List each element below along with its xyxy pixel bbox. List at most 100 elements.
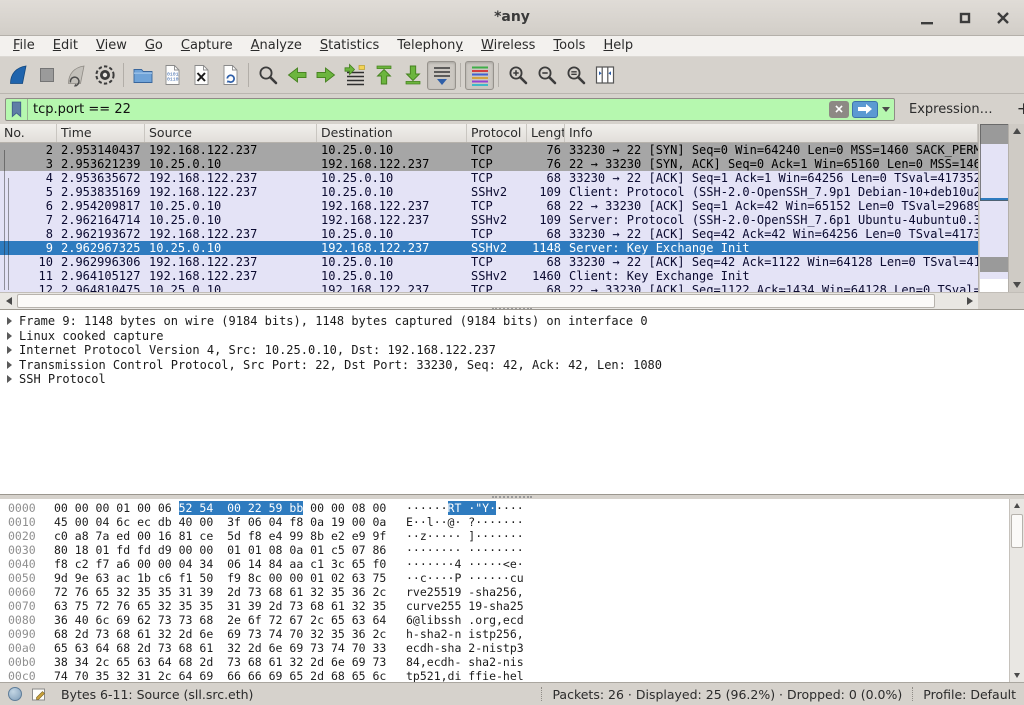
- menu-item[interactable]: File: [4, 36, 44, 56]
- tree-row[interactable]: SSH Protocol: [0, 372, 1024, 387]
- hex-row[interactable]: 0030 80 18 01 fd fd d9 00 00 01 01 08 0a…: [8, 543, 1024, 557]
- menu-item[interactable]: Help: [594, 36, 642, 56]
- hex-row[interactable]: 0050 9d 9e 63 ac 1b c6 f1 50 f9 8c 00 00…: [8, 571, 1024, 585]
- intelligent-scrollbar-minimap[interactable]: [980, 124, 1009, 292]
- scroll-down-button[interactable]: [1010, 671, 1024, 680]
- column-header[interactable]: Protocol: [467, 124, 527, 142]
- hex-row[interactable]: 0080 36 40 6c 69 62 73 73 68 2e 6f 72 67…: [8, 613, 1024, 627]
- go-to-packet-icon[interactable]: [340, 61, 369, 90]
- go-forward-icon[interactable]: [311, 61, 340, 90]
- scroll-up-button[interactable]: [1009, 128, 1024, 134]
- chevron-right-icon[interactable]: [7, 346, 12, 354]
- hex-row[interactable]: 0060 72 76 65 32 35 35 31 39 2d 73 68 61…: [8, 585, 1024, 599]
- zoom-in-icon[interactable]: [503, 61, 532, 90]
- hex-row[interactable]: 0040 f8 c2 f7 a6 00 00 04 34 06 14 84 aa…: [8, 557, 1024, 571]
- hscroll-thumb[interactable]: [17, 294, 935, 308]
- go-back-icon[interactable]: [282, 61, 311, 90]
- display-filter-input[interactable]: [28, 99, 829, 120]
- apply-filter-icon[interactable]: [852, 101, 878, 118]
- chevron-right-icon[interactable]: [7, 332, 12, 340]
- hex-row[interactable]: 0000 00 00 00 01 00 06 52 54 00 22 59 bb…: [8, 501, 1024, 515]
- table-row[interactable]: 2 2.953140437 192.168.122.237 10.25.0.10…: [0, 143, 978, 157]
- hex-scroll-thumb[interactable]: [1011, 514, 1023, 548]
- minimap-view-region[interactable]: [980, 124, 1009, 201]
- menu-item[interactable]: Telephony: [388, 36, 472, 56]
- column-header[interactable]: Length: [527, 124, 565, 142]
- hex-row[interactable]: 00a0 65 63 64 68 2d 73 68 61 32 2d 6e 69…: [8, 641, 1024, 655]
- menu-item[interactable]: Edit: [44, 36, 87, 56]
- hex-row[interactable]: 0020 c0 a8 7a ed 00 16 81 ce 5d f8 e4 99…: [8, 529, 1024, 543]
- close-button[interactable]: [992, 7, 1014, 29]
- resize-columns-icon[interactable]: [590, 61, 619, 90]
- menu-item[interactable]: Tools: [544, 36, 594, 56]
- menu-item[interactable]: Go: [136, 36, 172, 56]
- menu-item[interactable]: Capture: [172, 36, 242, 56]
- hex-row[interactable]: 00b0 38 34 2c 65 63 64 68 2d 73 68 61 32…: [8, 655, 1024, 669]
- open-file-icon[interactable]: [128, 61, 157, 90]
- column-header[interactable]: Source: [145, 124, 317, 142]
- minimize-button[interactable]: [916, 7, 938, 29]
- capture-options-icon[interactable]: [90, 61, 119, 90]
- colorize-toggle-icon[interactable]: [465, 61, 494, 90]
- close-file-icon[interactable]: [186, 61, 215, 90]
- menu-item[interactable]: View: [87, 36, 136, 56]
- hex-bytes: 36 40 6c 69 62 73 73 68 2e 6f 72 67 2c 6…: [54, 613, 406, 627]
- table-row[interactable]: 5 2.953835169 192.168.122.237 10.25.0.10…: [0, 185, 978, 199]
- hex-row[interactable]: 0090 68 2d 73 68 61 32 2d 6e 69 73 74 70…: [8, 627, 1024, 641]
- start-capture-icon[interactable]: [3, 61, 32, 90]
- go-first-packet-icon[interactable]: [369, 61, 398, 90]
- column-header[interactable]: Info: [565, 124, 978, 142]
- tree-row[interactable]: Frame 9: 1148 bytes on wire (9184 bits),…: [0, 314, 1024, 329]
- scroll-down-button[interactable]: [1009, 278, 1024, 292]
- packet-list-header: No. Time Source Destination Protocol Len…: [0, 124, 978, 143]
- chevron-right-icon[interactable]: [7, 375, 12, 383]
- chevron-right-icon[interactable]: [7, 361, 12, 369]
- scroll-up-button[interactable]: [1010, 499, 1024, 508]
- zoom-original-icon[interactable]: [561, 61, 590, 90]
- find-packet-icon[interactable]: [253, 61, 282, 90]
- tree-row[interactable]: Transmission Control Protocol, Src Port:…: [0, 358, 1024, 373]
- field-status-text: Bytes 6-11: Source (sll.src.eth): [61, 687, 253, 702]
- table-row[interactable]: 12 2.964810475 10.25.0.10 192.168.122.23…: [0, 283, 978, 292]
- save-file-icon[interactable]: 01010110: [157, 61, 186, 90]
- reload-file-icon[interactable]: [215, 61, 244, 90]
- go-last-packet-icon[interactable]: [398, 61, 427, 90]
- tree-row[interactable]: Internet Protocol Version 4, Src: 10.25.…: [0, 343, 1024, 358]
- table-row[interactable]: 3 2.953621239 10.25.0.10 192.168.122.237…: [0, 157, 978, 171]
- scroll-left-button[interactable]: [0, 293, 17, 309]
- column-header[interactable]: Destination: [317, 124, 467, 142]
- restart-capture-icon[interactable]: [61, 61, 90, 90]
- table-row[interactable]: 11 2.964105127 192.168.122.237 10.25.0.1…: [0, 269, 978, 283]
- bookmark-icon[interactable]: [6, 99, 28, 120]
- hex-row[interactable]: 0070 63 75 72 76 65 32 35 35 31 39 2d 73…: [8, 599, 1024, 613]
- table-row[interactable]: 7 2.962164714 10.25.0.10 192.168.122.237…: [0, 213, 978, 227]
- table-row[interactable]: 8 2.962193672 192.168.122.237 10.25.0.10…: [0, 227, 978, 241]
- expert-info-icon[interactable]: [8, 687, 22, 701]
- column-header[interactable]: No.: [0, 124, 57, 142]
- scroll-right-button[interactable]: [961, 293, 978, 309]
- table-row[interactable]: 9 2.962967325 10.25.0.10 192.168.122.237…: [0, 241, 978, 255]
- table-row[interactable]: 10 2.962996306 192.168.122.237 10.25.0.1…: [0, 255, 978, 269]
- tree-row[interactable]: Linux cooked capture: [0, 329, 1024, 344]
- table-row[interactable]: 6 2.954209817 10.25.0.10 192.168.122.237…: [0, 199, 978, 213]
- profile-selector[interactable]: Profile: Default: [923, 687, 1016, 702]
- hex-row[interactable]: 00c0 74 70 35 32 31 2c 64 69 66 66 69 65…: [8, 669, 1024, 683]
- zoom-out-icon[interactable]: [532, 61, 561, 90]
- table-row[interactable]: 4 2.953635672 192.168.122.237 10.25.0.10…: [0, 171, 978, 185]
- capture-comment-icon[interactable]: [31, 686, 47, 702]
- chevron-right-icon[interactable]: [7, 317, 12, 325]
- clear-filter-icon[interactable]: [829, 101, 849, 118]
- toolbar-separator: [123, 63, 124, 87]
- auto-scroll-toggle-icon[interactable]: [427, 61, 456, 90]
- expression-button[interactable]: Expression…: [895, 102, 1005, 117]
- filter-history-dropdown[interactable]: [878, 99, 894, 120]
- column-header[interactable]: Time: [57, 124, 145, 142]
- menu-item[interactable]: Analyze: [242, 36, 311, 56]
- menu-item[interactable]: Wireless: [472, 36, 544, 56]
- stop-capture-icon[interactable]: [32, 61, 61, 90]
- maximize-button[interactable]: [954, 7, 976, 29]
- add-filter-button[interactable]: +: [1005, 99, 1024, 119]
- cell-source: 10.25.0.10: [145, 199, 317, 213]
- hex-row[interactable]: 0010 45 00 04 6c ec db 40 00 3f 06 04 f8…: [8, 515, 1024, 529]
- menu-item[interactable]: Statistics: [311, 36, 388, 56]
